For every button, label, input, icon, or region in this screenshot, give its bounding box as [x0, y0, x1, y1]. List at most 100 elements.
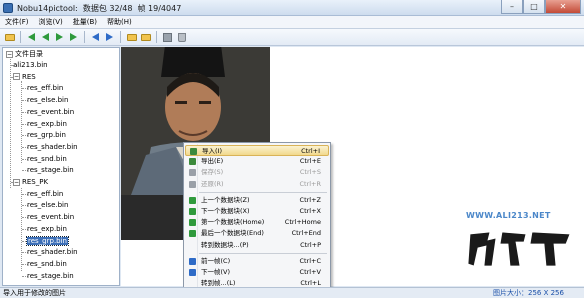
tree-item[interactable]: res_snd.bin — [27, 259, 67, 269]
tree-item-label: RES_PK — [22, 178, 49, 186]
tree-item[interactable]: res_exp.bin — [27, 119, 67, 129]
menu-item-label: 下一帧(V) — [201, 268, 231, 276]
tree-item[interactable]: res_grp.bin — [26, 235, 69, 246]
import-folder-icon[interactable] — [125, 31, 138, 44]
last-block-icon — [189, 230, 196, 238]
tree-item-label: res_grp.bin — [27, 131, 66, 140]
next-blue-arrow-icon[interactable] — [103, 31, 116, 44]
tree-item-label: res_eff.bin — [27, 84, 64, 93]
context-menu-item[interactable]: 保存(S) Ctrl+S — [185, 167, 329, 178]
close-button[interactable]: ✕ — [545, 0, 581, 14]
maximize-button[interactable]: □ — [523, 0, 545, 14]
menu-bar: 文件(F) 浏览(V) 批量(B) 帮助(H) — [0, 16, 584, 29]
tree-item[interactable]: res_eff.bin — [27, 189, 63, 199]
tree-item[interactable]: res_grp.bin — [27, 130, 66, 140]
menu-file[interactable]: 文件(F) — [0, 16, 34, 28]
next-green-arrow-icon[interactable] — [53, 31, 66, 44]
menu-item-label: 转到数据块...(P) — [201, 240, 249, 249]
context-menu-item[interactable]: 下一帧(V) Ctrl+V — [185, 267, 329, 278]
menu-item-shortcut: Ctrl+S — [299, 168, 321, 177]
menu-item-shortcut: Ctrl+Z — [299, 195, 321, 204]
menu-item-shortcut: Ctrl+E — [299, 157, 321, 166]
menu-item-shortcut: Ctrl+R — [299, 179, 321, 188]
toolbar-separator — [120, 31, 121, 43]
prev-green-arrow-icon[interactable] — [39, 31, 52, 44]
tree-item[interactable]: res_snd.bin — [27, 154, 67, 164]
menu-separator — [199, 191, 327, 193]
toolbar-separator — [156, 31, 157, 43]
prev-blue-arrow-icon[interactable] — [89, 31, 102, 44]
tree-item[interactable]: res_event.bin — [27, 107, 74, 117]
tree-item-label: res_grp.bin — [26, 235, 69, 246]
tree-item[interactable]: res_shader.bin — [27, 247, 78, 257]
toolbar — [0, 29, 584, 46]
menu-item-shortcut: Ctrl+Home — [284, 218, 321, 227]
tree-item[interactable]: res_stage.bin — [27, 271, 74, 281]
window-controls: – □ ✕ — [501, 0, 581, 14]
menu-item-label: 导出(E) — [201, 157, 224, 166]
context-menu-item[interactable]: 前一帧(C) Ctrl+C — [185, 256, 329, 267]
context-menu-item[interactable]: 导入(I) Ctrl+I — [185, 145, 329, 156]
context-menu-item[interactable]: 上一个数据块(Z) Ctrl+Z — [185, 195, 329, 206]
menu-separator — [199, 252, 327, 254]
save-icon[interactable] — [161, 31, 174, 44]
export-folder-icon[interactable] — [139, 31, 152, 44]
menu-browse[interactable]: 浏览(V) — [34, 16, 68, 28]
tree-item-label: res_shader.bin — [27, 142, 78, 151]
context-menu-item[interactable]: 转到数据块...(P) Ctrl+P — [185, 240, 329, 251]
tree-item[interactable]: res_exp.bin — [27, 224, 67, 234]
menu-item-label: 上一个数据块(Z) — [201, 195, 250, 204]
window-title: Nobu14pictool: 数据包 32/48 帧 19/4047 — [17, 4, 182, 13]
app-icon — [3, 3, 13, 13]
tree-item[interactable]: res_stage.bin — [27, 165, 74, 175]
menu-item-label: 下一个数据块(X) — [201, 207, 250, 215]
export-icon — [189, 158, 196, 166]
context-menu: 导入(I) Ctrl+I 导出(E) Ctrl+E 保存(S) Ctrl+S 还原(R) Ct… — [183, 142, 331, 298]
context-menu-item[interactable]: 导出(E) Ctrl+E — [185, 156, 329, 167]
collapse-icon[interactable]: − — [13, 178, 20, 186]
tree-item[interactable]: ali213.bin — [13, 60, 48, 70]
context-menu-item[interactable]: 最后一个数据块(End) Ctrl+End — [185, 228, 329, 239]
first-block-icon — [189, 219, 196, 227]
save-icon — [189, 169, 196, 177]
status-bar: 导入用于修改的图片 图片大小：256 X 256 — [0, 287, 584, 298]
tree-item[interactable]: res_event.bin — [27, 212, 74, 222]
first-green-arrow-icon[interactable] — [25, 31, 38, 44]
tree-item-label: res_event.bin — [27, 213, 75, 222]
menu-item-shortcut: Ctrl+X — [299, 207, 321, 215]
file-tree[interactable]: − 文件目录 ali213.bin − RES res_eff.bin res_else.… — [2, 47, 120, 286]
tree-item-label: res_shader.bin — [27, 248, 78, 257]
minimize-button[interactable]: – — [501, 0, 523, 14]
menu-item-shortcut: Ctrl+C — [299, 256, 321, 265]
tree-item[interactable]: res_eff.bin — [27, 83, 63, 93]
tree-item-label: RES — [22, 72, 36, 81]
open-folder-icon[interactable] — [3, 31, 16, 44]
next-block-icon — [189, 208, 196, 215]
context-menu-item[interactable]: 下一个数据块(X) Ctrl+X — [185, 206, 329, 217]
toolbar-separator — [84, 31, 85, 43]
trash-icon[interactable] — [175, 31, 188, 44]
menu-help[interactable]: 帮助(H) — [102, 16, 137, 28]
context-menu-item[interactable]: 还原(R) Ctrl+R — [185, 179, 329, 190]
watermark-logo — [467, 231, 571, 267]
toolbar-separator — [20, 31, 21, 43]
menu-item-label: 第一个数据块(Home) — [201, 218, 265, 227]
collapse-icon[interactable]: − — [13, 73, 20, 81]
tree-item-label: res_event.bin — [27, 107, 75, 116]
context-menu-item[interactable]: 第一个数据块(Home) Ctrl+Home — [185, 217, 329, 228]
tree-item[interactable]: res_shader.bin — [27, 142, 78, 152]
tree-item[interactable]: − RES — [13, 72, 36, 82]
tree-item[interactable]: res_else.bin — [27, 95, 68, 105]
watermark-url: WWW.ALI213.NET — [466, 211, 551, 220]
menu-item-label: 最后一个数据块(End) — [201, 229, 264, 238]
tree-item[interactable]: res_else.bin — [27, 200, 68, 210]
tree-item-label: res_exp.bin — [27, 119, 67, 128]
last-green-arrow-icon[interactable] — [67, 31, 80, 44]
prev-frame-icon — [189, 257, 196, 265]
collapse-icon[interactable]: − — [6, 50, 13, 58]
tree-item-label: res_else.bin — [27, 96, 69, 105]
menu-item-label: 前一帧(C) — [201, 256, 231, 265]
tree-root[interactable]: − 文件目录 — [6, 49, 43, 59]
menu-batch[interactable]: 批量(B) — [68, 16, 102, 28]
tree-item[interactable]: − RES_PK — [13, 177, 48, 187]
